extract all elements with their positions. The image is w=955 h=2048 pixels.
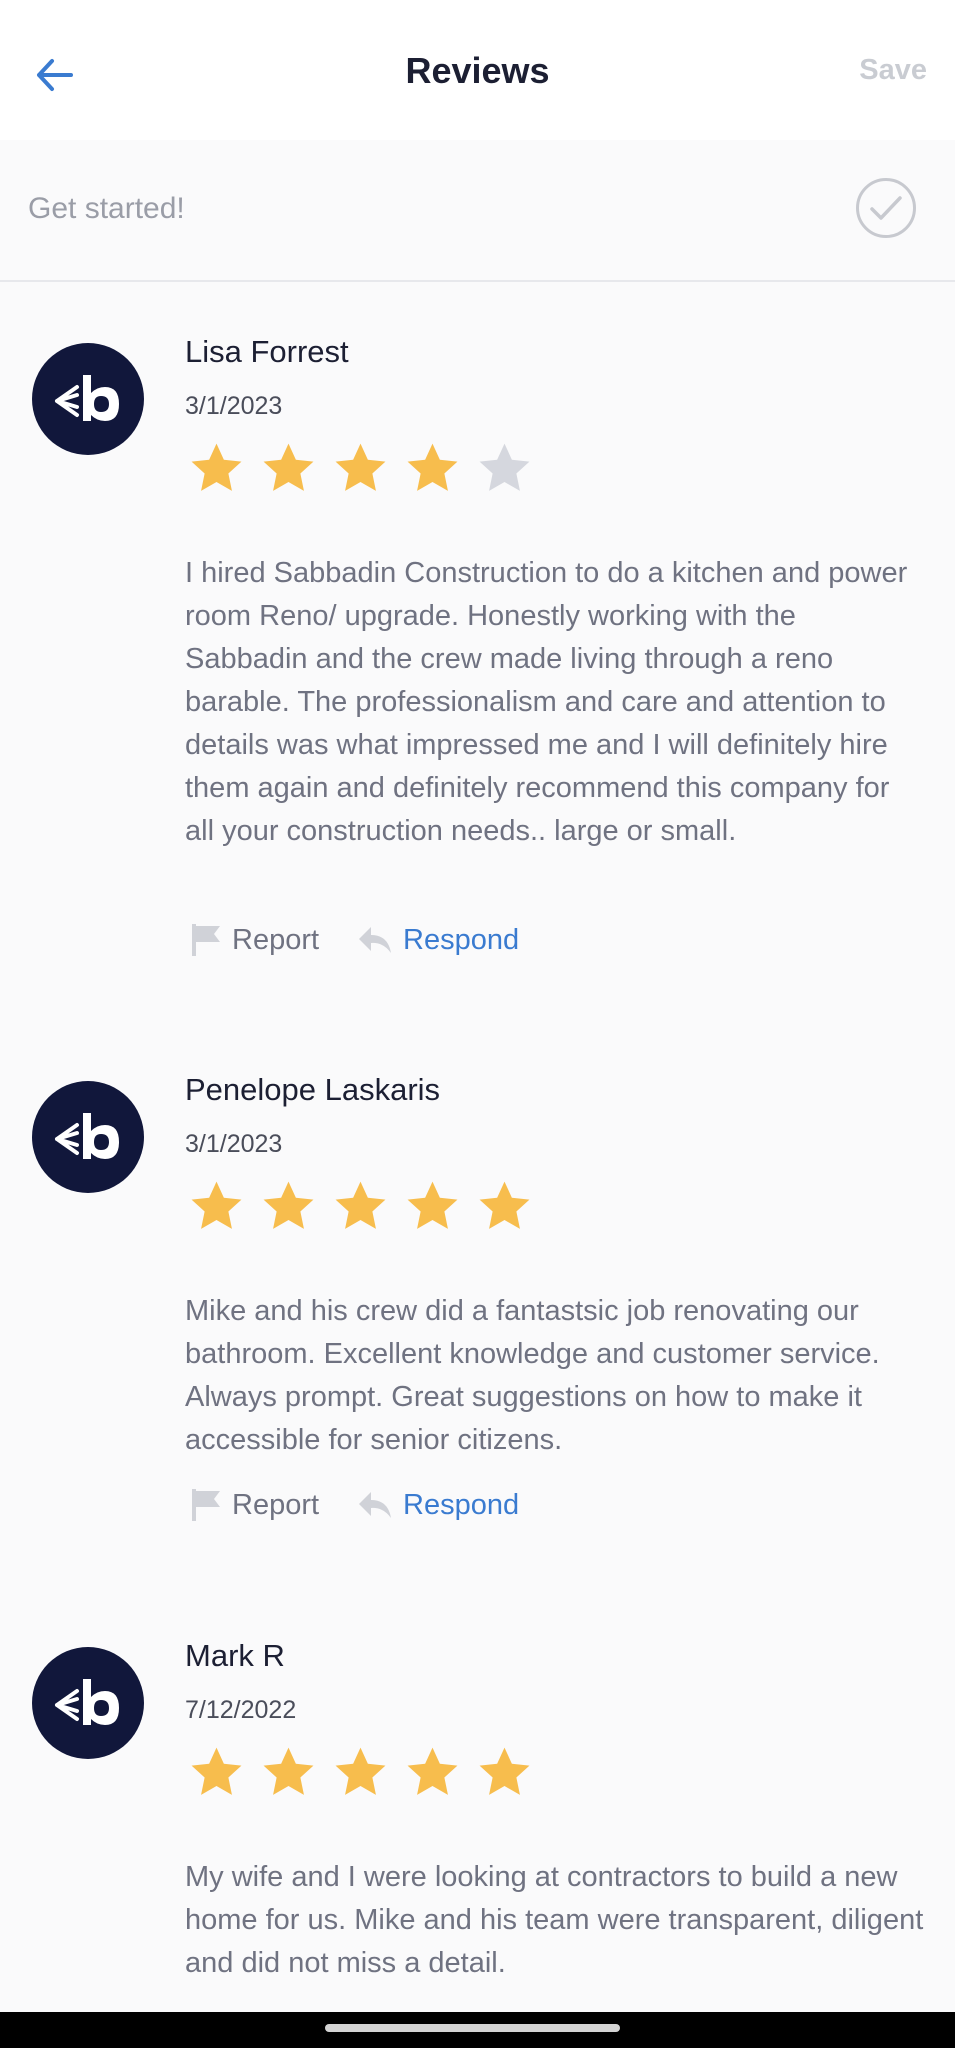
respond-label: Respond (403, 923, 520, 956)
respond-button[interactable]: Respond (357, 924, 519, 957)
star-rating (188, 1744, 533, 1801)
report-button[interactable]: Report (190, 1487, 319, 1523)
app-header: Reviews Save (0, 0, 955, 140)
star-filled-icon (191, 443, 242, 491)
company-logo-icon (55, 375, 119, 421)
star-filled-icon (191, 1747, 242, 1795)
avatar (32, 1081, 144, 1193)
star-filled-icon (407, 443, 458, 491)
review-actions: Report Respond (190, 922, 519, 958)
reviewer-name: Mark R (185, 1638, 285, 1673)
star-filled-icon (263, 443, 314, 491)
star-filled-icon (335, 1181, 386, 1229)
flag-icon (192, 1489, 220, 1521)
flag-icon (192, 924, 220, 956)
star-filled-icon (479, 1181, 530, 1229)
reviewer-name: Lisa Forrest (185, 334, 349, 369)
star-empty-icon (479, 443, 530, 491)
company-logo-icon (55, 1679, 119, 1725)
star-filled-icon (335, 443, 386, 491)
star-rating (188, 1178, 533, 1235)
reply-icon (359, 927, 392, 953)
review-actions: Report Respond (190, 1487, 519, 1523)
reply-icon (359, 1492, 392, 1518)
reviews-screen: Reviews Save Get started! Lisa Forrest 3… (0, 0, 955, 2048)
checkmark-circle-icon[interactable] (856, 178, 916, 238)
star-filled-icon (407, 1181, 458, 1229)
review-text: My wife and I were looking at contractor… (185, 1861, 924, 1979)
save-button[interactable]: Save (859, 54, 927, 87)
star-rating (188, 440, 533, 497)
get-started-banner[interactable]: Get started! (0, 142, 955, 282)
review-text: Mike and his crew did a fantastsic job r… (185, 1295, 880, 1456)
review-date: 7/12/2022 (185, 1696, 297, 1724)
home-gesture-handle[interactable] (325, 2024, 620, 2032)
report-button[interactable]: Report (190, 922, 319, 958)
respond-label: Respond (403, 1488, 520, 1521)
page-title: Reviews (405, 50, 550, 91)
report-label: Report (232, 923, 320, 956)
review-date: 3/1/2023 (185, 1130, 283, 1158)
star-filled-icon (191, 1181, 242, 1229)
report-label: Report (232, 1488, 320, 1521)
get-started-label: Get started! (28, 192, 185, 225)
star-filled-icon (263, 1747, 314, 1795)
star-filled-icon (335, 1747, 386, 1795)
star-filled-icon (479, 1747, 530, 1795)
star-filled-icon (407, 1747, 458, 1795)
review-date: 3/1/2023 (185, 392, 283, 420)
avatar (32, 1647, 144, 1759)
reviewer-name: Penelope Laskaris (185, 1072, 441, 1107)
company-logo-icon (55, 1113, 119, 1159)
review-text: I hired Sabbadin Construction to do a ki… (185, 557, 908, 847)
star-filled-icon (263, 1181, 314, 1229)
avatar (32, 343, 144, 455)
respond-button[interactable]: Respond (357, 1489, 519, 1522)
system-navigation-bar (0, 2012, 955, 2048)
